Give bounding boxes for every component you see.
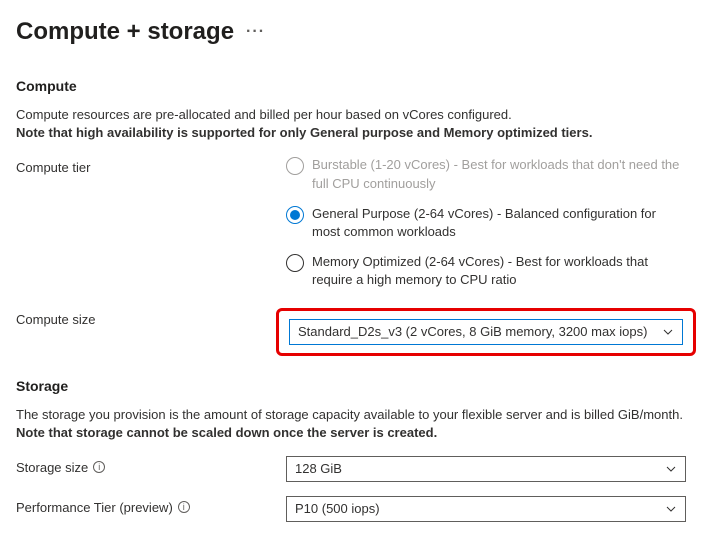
storage-heading: Storage: [16, 378, 704, 394]
chevron-down-icon: [665, 463, 677, 475]
compute-tier-radio-group: Burstable (1-20 vCores) - Best for workl…: [286, 156, 686, 289]
storage-desc-line2: Note that storage cannot be scaled down …: [16, 425, 437, 440]
radio-burstable: Burstable (1-20 vCores) - Best for workl…: [286, 156, 686, 192]
storage-size-label: Storage size: [16, 460, 88, 475]
page-title: Compute + storage: [16, 18, 234, 46]
compute-size-value: Standard_D2s_v3 (2 vCores, 8 GiB memory,…: [298, 324, 647, 339]
radio-general-purpose[interactable]: General Purpose (2-64 vCores) - Balanced…: [286, 205, 686, 241]
storage-size-dropdown[interactable]: 128 GiB: [286, 456, 686, 482]
performance-tier-dropdown[interactable]: P10 (500 iops): [286, 496, 686, 522]
compute-heading: Compute: [16, 78, 704, 94]
more-icon[interactable]: ···: [246, 23, 265, 41]
radio-burstable-label: Burstable (1-20 vCores) - Best for workl…: [312, 156, 686, 192]
storage-desc-line1: The storage you provision is the amount …: [16, 407, 683, 422]
radio-memory-label: Memory Optimized (2-64 vCores) - Best fo…: [312, 253, 686, 289]
radio-memory-optimized[interactable]: Memory Optimized (2-64 vCores) - Best fo…: [286, 253, 686, 289]
performance-tier-value: P10 (500 iops): [295, 501, 380, 516]
compute-size-highlight: Standard_D2s_v3 (2 vCores, 8 GiB memory,…: [276, 308, 696, 356]
info-icon[interactable]: i: [178, 501, 190, 513]
performance-tier-label: Performance Tier (preview): [16, 500, 173, 515]
chevron-down-icon: [665, 503, 677, 515]
chevron-down-icon: [662, 326, 674, 338]
radio-circle-icon: [286, 206, 304, 224]
info-icon[interactable]: i: [93, 461, 105, 473]
compute-size-label: Compute size: [16, 308, 286, 327]
compute-desc-line2: Note that high availability is supported…: [16, 125, 592, 140]
radio-circle-icon: [286, 157, 304, 175]
storage-size-value: 128 GiB: [295, 461, 342, 476]
compute-desc-line1: Compute resources are pre-allocated and …: [16, 107, 512, 122]
compute-size-dropdown[interactable]: Standard_D2s_v3 (2 vCores, 8 GiB memory,…: [289, 319, 683, 345]
compute-tier-label: Compute tier: [16, 156, 286, 175]
radio-general-label: General Purpose (2-64 vCores) - Balanced…: [312, 205, 686, 241]
radio-circle-icon: [286, 254, 304, 272]
